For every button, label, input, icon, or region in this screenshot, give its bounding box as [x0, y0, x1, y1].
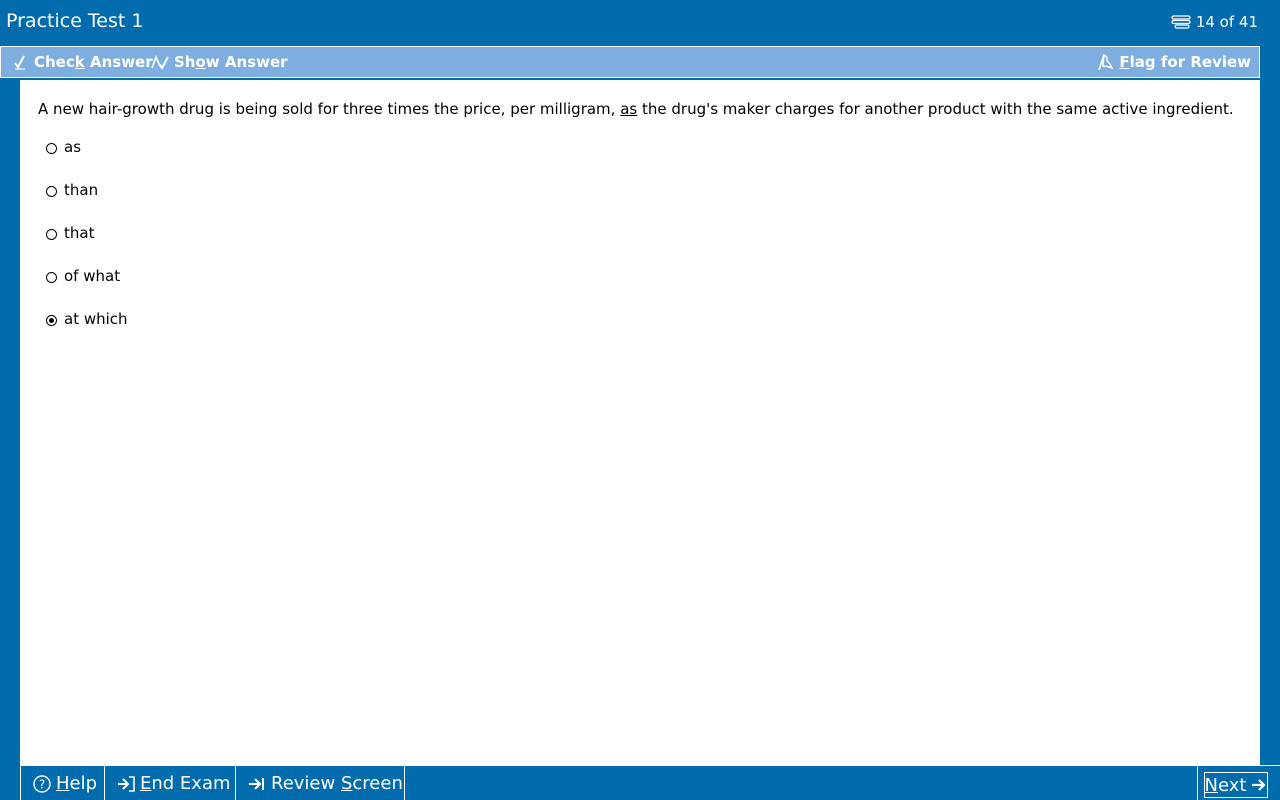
- show-answer-button[interactable]: Show Answer: [151, 53, 288, 71]
- flag-for-review-label: Flag for Review: [1119, 53, 1251, 71]
- answer-option[interactable]: than: [46, 181, 98, 199]
- question-counter: 14 of 41: [1171, 13, 1258, 31]
- radio-button[interactable]: [46, 272, 57, 283]
- divider: [1197, 766, 1198, 800]
- answer-option-label: as: [64, 138, 82, 156]
- flag-for-review-button[interactable]: Flag for Review: [1096, 53, 1251, 71]
- exam-title: Practice Test 1: [6, 10, 144, 32]
- question-list-icon: [1171, 15, 1191, 29]
- next-label: Next: [1204, 774, 1247, 796]
- answer-option[interactable]: of what: [46, 267, 120, 285]
- toolbar: Check Answer Show Answer Flag for Review: [0, 46, 1260, 78]
- bottom-navigation-bar: ? Help End Exam Review Screen Next: [20, 765, 1280, 800]
- answer-option-label: of what: [64, 267, 121, 285]
- underlined-phrase: as: [620, 100, 638, 118]
- radio-button[interactable]: [46, 229, 57, 240]
- radio-button[interactable]: [46, 186, 57, 197]
- answer-option-label: that: [64, 224, 95, 242]
- svg-text:?: ?: [39, 777, 45, 791]
- answer-option-label: at which: [64, 310, 128, 328]
- check-answer-label: Check Answer: [34, 53, 153, 71]
- answer-option[interactable]: at which: [46, 310, 128, 328]
- help-button[interactable]: ? Help: [20, 766, 105, 800]
- skip-to-end-icon: [248, 776, 266, 792]
- check-pen-icon: [13, 54, 29, 70]
- title-bar: Practice Test 1 14 of 41: [0, 0, 1280, 46]
- flag-icon: [1096, 53, 1114, 71]
- check-answer-button[interactable]: Check Answer: [13, 53, 153, 71]
- arrow-right-icon: [1251, 778, 1267, 792]
- question-text: A new hair-growth drug is being sold for…: [38, 100, 1234, 118]
- end-exam-button[interactable]: End Exam: [105, 766, 236, 800]
- next-button[interactable]: Next: [1204, 772, 1268, 798]
- review-screen-button[interactable]: Review Screen: [236, 766, 405, 800]
- show-answer-label: Show Answer: [174, 53, 288, 71]
- review-screen-label: Review Screen: [271, 773, 403, 794]
- show-answer-icon: [151, 54, 169, 70]
- help-icon: ?: [33, 774, 51, 793]
- end-exam-label: End Exam: [140, 773, 231, 794]
- radio-button[interactable]: [46, 143, 57, 154]
- exit-icon: [117, 775, 135, 792]
- radio-button[interactable]: [46, 315, 57, 326]
- answer-option-label: than: [64, 181, 99, 199]
- answer-option[interactable]: that: [46, 224, 94, 242]
- help-label: Help: [56, 773, 98, 794]
- answer-option[interactable]: as: [46, 138, 81, 156]
- question-counter-text: 14 of 41: [1195, 13, 1258, 31]
- question-panel: A new hair-growth drug is being sold for…: [20, 80, 1260, 765]
